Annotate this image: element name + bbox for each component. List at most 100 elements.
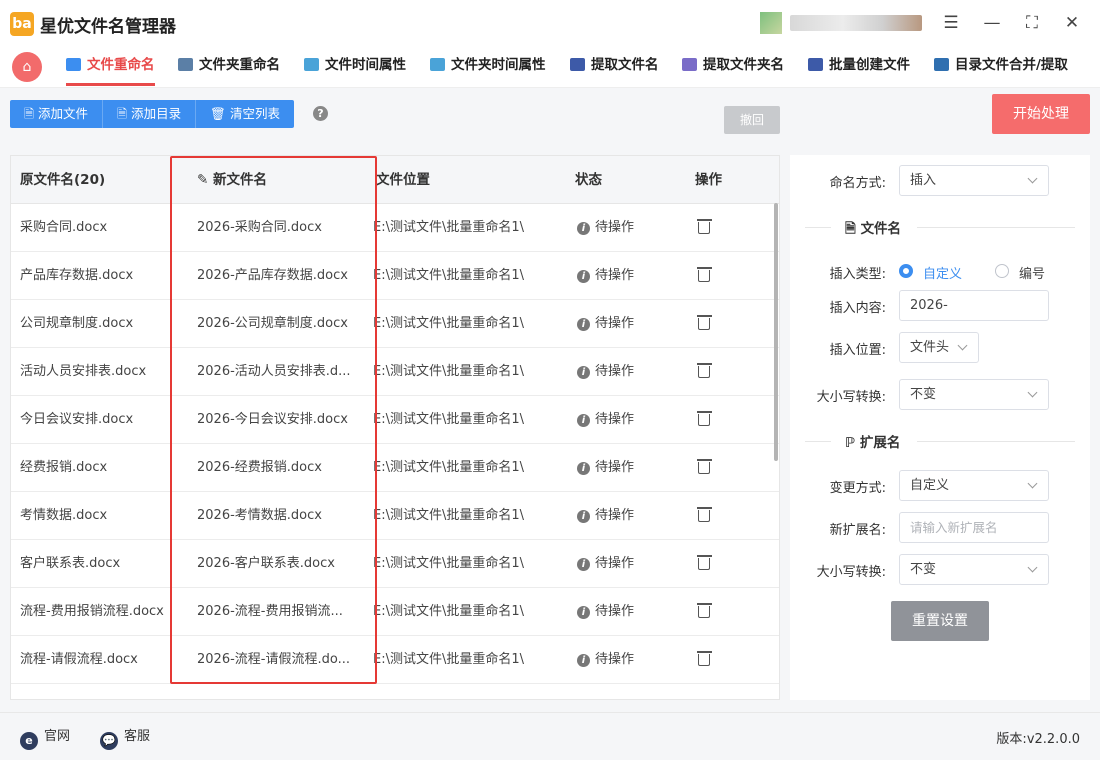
action-cell (697, 636, 717, 684)
user-name-blurred[interactable] (790, 15, 922, 31)
table-row[interactable]: 客户联系表.docx 2026-客户联系表.docx E:\测试文件\批量重命名1\… (11, 540, 779, 588)
new-extension-input[interactable]: 请输入新扩展名 (899, 512, 1049, 543)
info-icon: i (577, 270, 590, 283)
filename-section-label: 文件名 (860, 221, 902, 237)
divider (917, 227, 1075, 228)
delete-icon[interactable] (697, 410, 712, 426)
tab-folder-time[interactable]: 文件夹时间属性 (430, 46, 546, 88)
filename-case-select[interactable]: 不变 (899, 379, 1049, 410)
original-filename: 今日会议安排.docx (20, 412, 134, 427)
radio-number[interactable] (995, 264, 1009, 278)
chevron-down-icon (1027, 562, 1038, 573)
support-link[interactable]: 💬 客服 (100, 725, 150, 750)
delete-icon[interactable] (697, 266, 712, 282)
extension-case-select[interactable]: 不变 (899, 554, 1049, 585)
add-directory-button[interactable]: 🗎 添加目录 (103, 100, 197, 128)
info-icon: i (577, 558, 590, 571)
file-location: E:\测试文件\批量重命名1\ (373, 412, 525, 427)
folder-time-icon (430, 58, 445, 71)
chevron-down-icon (957, 340, 968, 351)
radio-custom[interactable] (899, 264, 913, 278)
divider (805, 227, 831, 228)
tab-file-time[interactable]: 文件时间属性 (304, 46, 406, 88)
tab-extract-foldername[interactable]: 提取文件夹名 (682, 46, 784, 88)
table-row[interactable]: 考情数据.docx 2026-考情数据.docx E:\测试文件\批量重命名1\ i 待… (11, 492, 779, 540)
tab-label: 批量创建文件 (829, 57, 910, 73)
document-icon: 🗎 (845, 221, 856, 237)
help-icon[interactable]: ? (313, 106, 328, 121)
status-cell: i 待操作 (577, 540, 677, 588)
status-text: 待操作 (595, 316, 635, 331)
tab-label: 提取文件名 (591, 57, 659, 73)
tab-merge-extract[interactable]: 目录文件合并/提取 (934, 46, 1068, 88)
clear-list-button[interactable]: 🗑 清空列表 (196, 100, 294, 128)
status-cell: i 待操作 (577, 252, 677, 300)
original-filename: 客户联系表.docx (20, 556, 121, 571)
version-value: v2.2.0.0 (1026, 732, 1080, 747)
change-mode-select[interactable]: 自定义 (899, 470, 1049, 501)
website-link[interactable]: e 官网 (20, 725, 70, 750)
table-row[interactable]: 公司规章制度.docx 2026-公司规章制度.docx E:\测试文件\批量重命名… (11, 300, 779, 348)
user-avatar[interactable] (760, 12, 782, 34)
file-location: E:\测试文件\批量重命名1\ (373, 652, 525, 667)
table-row[interactable]: 活动人员安排表.docx 2026-活动人员安排表.d... E:\测试文件\批量重… (11, 348, 779, 396)
extension-section-header: ℙ 扩展名 (805, 431, 1075, 451)
minimize-icon[interactable]: — (981, 12, 1003, 34)
extension-section-title: ℙ 扩展名 (845, 431, 900, 451)
naming-mode-select[interactable]: 插入 (899, 165, 1049, 196)
info-icon: i (577, 654, 590, 667)
tab-batch-create[interactable]: 批量创建文件 (808, 46, 910, 88)
table-header: 原文件名(20) ✎ 新文件名 文件位置 状态 操作 (11, 156, 779, 204)
delete-icon[interactable] (697, 362, 712, 378)
header-original-name: 原文件名(20) (20, 172, 106, 188)
table-row[interactable]: 产品库存数据.docx 2026-产品库存数据.docx E:\测试文件\批量重命名… (11, 252, 779, 300)
status-text: 待操作 (595, 556, 635, 571)
status-text: 待操作 (595, 652, 635, 667)
reset-settings-button[interactable]: 重置设置 (891, 601, 989, 641)
maximize-icon[interactable]: ⛶ (1021, 12, 1043, 34)
radio-custom-label[interactable]: 自定义 (923, 263, 962, 282)
delete-icon[interactable] (697, 506, 712, 522)
action-cell (697, 348, 717, 396)
tab-folder-rename[interactable]: 文件夹重命名 (178, 46, 280, 88)
change-mode-value: 自定义 (910, 478, 950, 493)
insert-content-input[interactable]: 2026- (899, 290, 1049, 321)
action-cell (697, 444, 717, 492)
settings-menu-icon[interactable]: ☰ (940, 12, 962, 34)
filename-case-label: 大小写转换: (816, 390, 886, 405)
table-scrollbar[interactable] (774, 203, 778, 461)
table-row[interactable]: 流程-费用报销流程.docx 2026-流程-费用报销流... E:\测试文件\批量… (11, 588, 779, 636)
status-cell: i 待操作 (577, 300, 677, 348)
tab-file-rename[interactable]: 文件重命名 (66, 46, 155, 88)
delete-icon[interactable] (697, 218, 712, 234)
table-row[interactable]: 采购合同.docx 2026-采购合同.docx E:\测试文件\批量重命名1\ i 待… (11, 204, 779, 252)
tab-label: 文件夹重命名 (199, 57, 280, 73)
status-cell: i 待操作 (577, 348, 677, 396)
delete-icon[interactable] (697, 458, 712, 474)
delete-icon[interactable] (697, 602, 712, 618)
add-directory-label: 添加目录 (131, 106, 182, 121)
undo-button[interactable]: 撤回 (724, 106, 780, 134)
table-row[interactable]: 经费报销.docx 2026-经费报销.docx E:\测试文件\批量重命名1\ i 待… (11, 444, 779, 492)
tab-extract-filename[interactable]: 提取文件名 (570, 46, 659, 88)
delete-icon[interactable] (697, 650, 712, 666)
add-file-button[interactable]: 🗎 添加文件 (10, 100, 104, 128)
new-filename: 2026-考情数据.docx (197, 508, 322, 523)
table-row[interactable]: 今日会议安排.docx 2026-今日会议安排.docx E:\测试文件\批量重命名… (11, 396, 779, 444)
clear-list-label: 清空列表 (229, 106, 280, 121)
status-cell: i 待操作 (577, 396, 677, 444)
chevron-down-icon (1027, 478, 1038, 489)
table-row-partial (11, 684, 779, 699)
radio-number-label[interactable]: 编号 (1019, 263, 1045, 282)
original-filename: 公司规章制度.docx (20, 316, 134, 331)
insert-position-select[interactable]: 文件头 (899, 332, 979, 363)
home-icon[interactable]: ⌂ (12, 52, 42, 82)
file-location: E:\测试文件\批量重命名1\ (373, 316, 525, 331)
delete-icon[interactable] (697, 314, 712, 330)
start-processing-button[interactable]: 开始处理 (992, 94, 1090, 134)
extract-foldername-icon (682, 58, 697, 71)
delete-icon[interactable] (697, 554, 712, 570)
tab-label: 文件夹时间属性 (451, 57, 546, 73)
table-row[interactable]: 流程-请假流程.docx 2026-流程-请假流程.do... E:\测试文件\批量… (11, 636, 779, 684)
close-icon[interactable]: ✕ (1061, 12, 1083, 34)
